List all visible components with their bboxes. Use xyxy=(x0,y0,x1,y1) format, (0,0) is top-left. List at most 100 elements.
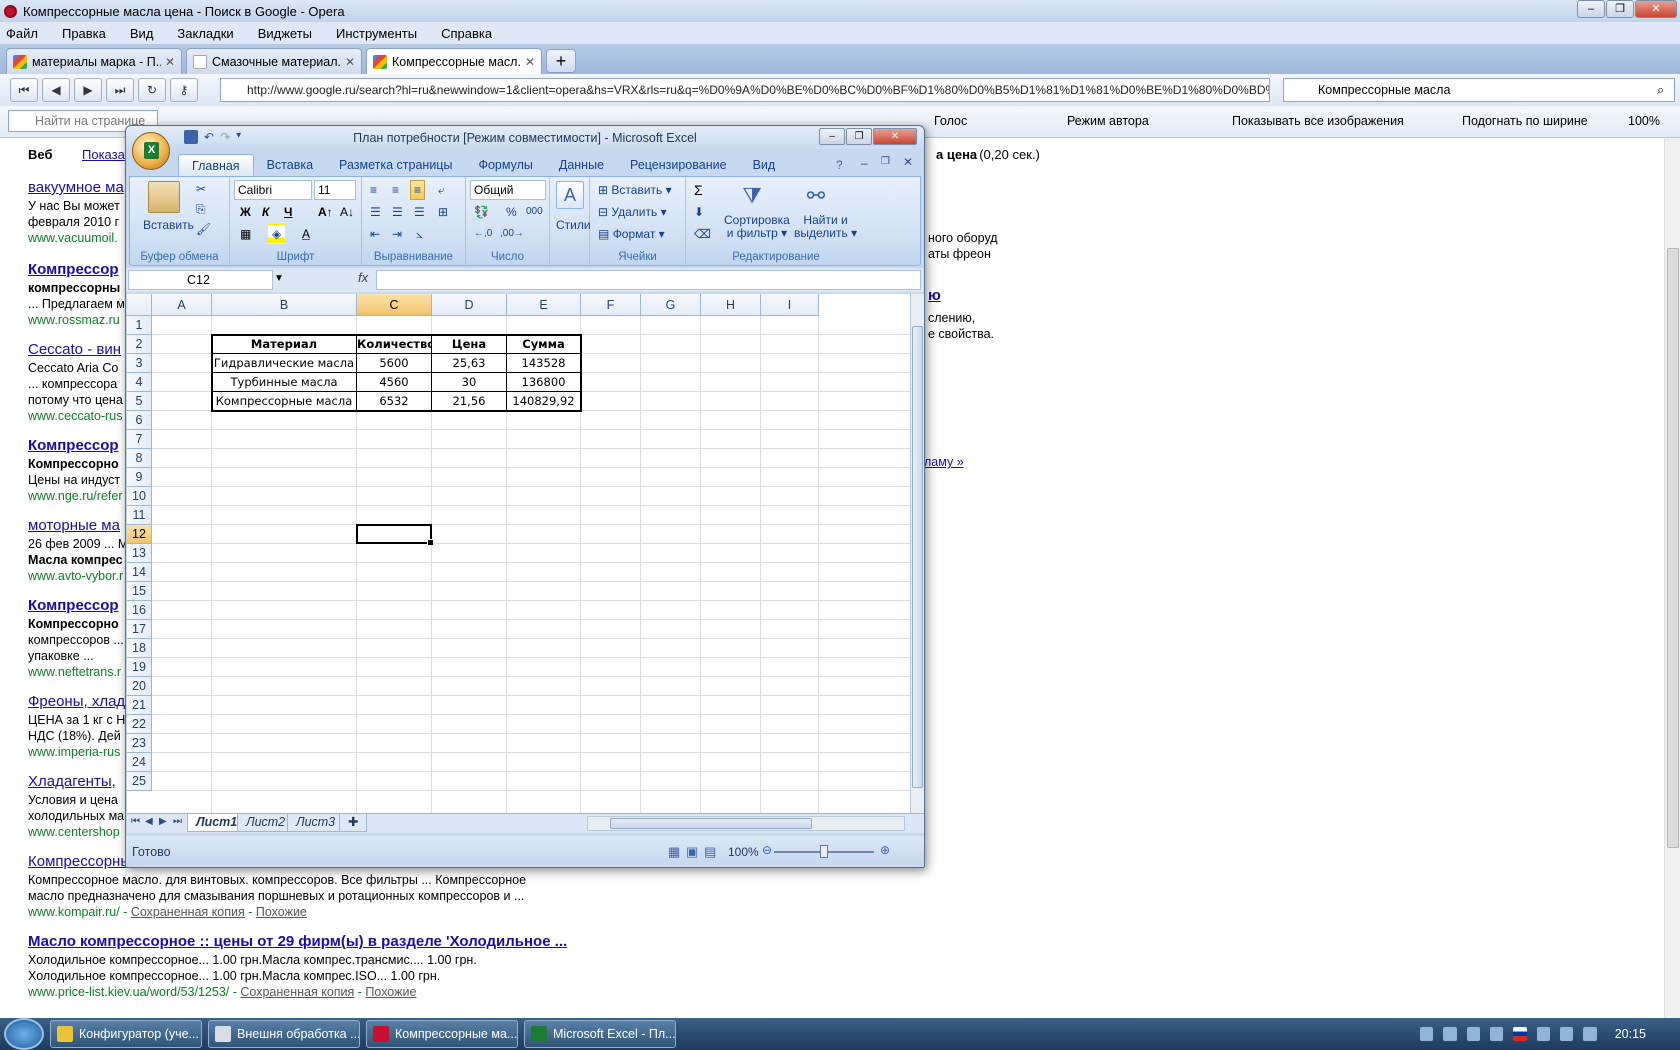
office-button[interactable]: X xyxy=(132,132,170,170)
restore-button[interactable]: ❐ xyxy=(1606,0,1634,18)
taskbar-item-processing[interactable]: Внешня обработка ... xyxy=(208,1020,360,1048)
reload-button[interactable]: ↻ xyxy=(138,78,166,102)
row-header[interactable]: 2 xyxy=(127,335,152,354)
taskbar-item-opera[interactable]: Компрессорные ма... xyxy=(366,1020,518,1048)
zoom-slider-thumb[interactable] xyxy=(820,845,828,858)
row-header[interactable]: 4 xyxy=(127,373,152,392)
close-button[interactable]: ✕ xyxy=(1635,0,1677,18)
column-header[interactable]: H xyxy=(701,294,761,316)
column-header[interactable]: G xyxy=(641,294,701,316)
row-header[interactable]: 13 xyxy=(127,544,152,563)
paste-icon[interactable] xyxy=(148,181,180,213)
decrease-indent-icon[interactable]: ⇤ xyxy=(366,224,384,244)
network-icon[interactable] xyxy=(1419,1027,1434,1041)
vertical-scroll-thumb[interactable] xyxy=(912,326,923,788)
tools-icon[interactable] xyxy=(1466,1027,1480,1041)
row-header[interactable]: 14 xyxy=(127,563,152,582)
voice-button[interactable]: Голос xyxy=(934,114,967,128)
row-header[interactable]: 16 xyxy=(127,601,152,620)
decrease-decimal-icon[interactable]: ,00→ xyxy=(496,224,528,244)
first-sheet-icon[interactable]: ⏮ xyxy=(131,816,140,827)
zoom-out-icon[interactable]: ⊖ xyxy=(762,843,772,857)
back-button[interactable]: ◀ xyxy=(42,78,70,102)
name-box-dropdown-icon[interactable]: ▼ xyxy=(274,273,284,284)
wrap-text-icon[interactable]: ⤶ xyxy=(434,180,449,200)
tab-home[interactable]: Главная xyxy=(178,154,254,176)
language-flag-icon[interactable] xyxy=(1513,1027,1527,1041)
ribbon-close-icon[interactable]: ✕ xyxy=(903,155,913,169)
name-box[interactable]: C12 xyxy=(128,270,273,290)
row-header[interactable]: 1 xyxy=(127,316,152,335)
wand-key-button[interactable]: ⚷ xyxy=(170,78,198,102)
normal-view-icon[interactable]: ▦ xyxy=(668,844,680,860)
tab-materials[interactable]: материалы марка - П... ✕ xyxy=(6,48,182,74)
align-center-icon[interactable]: ☰ xyxy=(388,202,407,222)
result-title[interactable]: Масло компрессорное :: цены от 29 фирм(ы… xyxy=(28,932,668,952)
tab-insert[interactable]: Вставка xyxy=(254,154,326,176)
find-select-button[interactable]: Найти и выделить ▾ xyxy=(790,213,861,241)
horizontal-scroll-thumb[interactable] xyxy=(610,818,812,829)
table-cell[interactable]: Гидравлические масла xyxy=(212,354,356,373)
page-scrollbar[interactable] xyxy=(1664,138,1680,1018)
menu-edit[interactable]: Правка xyxy=(62,26,106,41)
sheet-tab-2[interactable]: Лист2 xyxy=(237,814,295,832)
currency-format-icon[interactable]: 💱 xyxy=(470,202,493,222)
copy-icon[interactable]: ⎘ xyxy=(192,199,210,219)
taskbar-item-excel[interactable]: Microsoft Excel - Пл... xyxy=(524,1020,676,1048)
search-icon[interactable]: ⌕ xyxy=(1657,82,1664,98)
security-icon[interactable] xyxy=(1443,1027,1457,1041)
row-header[interactable]: 11 xyxy=(127,506,152,525)
table-cell[interactable]: Сумма xyxy=(507,335,580,354)
fit-width-button[interactable]: Подогнать по ширине xyxy=(1462,114,1588,128)
autosum-button[interactable]: Σ xyxy=(690,180,707,200)
align-middle-icon[interactable]: ≡ xyxy=(388,180,403,200)
similar-link[interactable]: Похожие xyxy=(365,985,416,999)
author-mode-button[interactable]: Режим автора xyxy=(1067,114,1149,128)
styles-button[interactable]: Стили xyxy=(552,215,595,235)
paste-button[interactable]: Вставить xyxy=(139,215,198,235)
italic-button[interactable]: К xyxy=(258,202,273,222)
row-header[interactable]: 19 xyxy=(127,658,152,677)
tab-view[interactable]: Вид xyxy=(740,154,789,176)
table-cell[interactable]: 136800 xyxy=(507,373,580,392)
address-field[interactable]: http://www.google.ru/search?hl=ru&newwin… xyxy=(220,78,1270,102)
worksheet-grid[interactable]: A B C D E F G H I 1 2 3 4 5 6 7 8 9 10 11 12 13 14 15 16 17 18 19 20… xyxy=(127,294,910,813)
fill-color-icon[interactable]: ◈ xyxy=(268,224,286,244)
volume-icon[interactable] xyxy=(1583,1027,1597,1041)
sort-filter-icon[interactable]: ⧩ xyxy=(738,181,766,209)
tab-lubricants[interactable]: Смазочные материал... ✕ xyxy=(186,48,362,74)
ribbon-minimize-icon[interactable]: – xyxy=(861,156,868,170)
row-header[interactable]: 18 xyxy=(127,639,152,658)
table-cell[interactable]: 21,56 xyxy=(432,392,506,411)
table-cell[interactable]: 5600 xyxy=(357,354,431,373)
row-header[interactable]: 17 xyxy=(127,620,152,639)
show-options-link[interactable]: Показа xyxy=(82,147,125,162)
cached-link[interactable]: Сохраненная копия xyxy=(240,985,354,999)
row-header[interactable]: 15 xyxy=(127,582,152,601)
number-format-select[interactable]: Общий xyxy=(470,180,546,200)
tab-compressor-oils[interactable]: Компрессорные масл... ✕ xyxy=(366,48,542,74)
column-header[interactable]: A xyxy=(152,294,212,316)
column-header[interactable]: F xyxy=(581,294,641,316)
search-field[interactable]: Компрессорные масла xyxy=(1283,78,1675,102)
table-cell[interactable]: Материал xyxy=(212,335,356,354)
active-cell[interactable] xyxy=(356,524,434,546)
binoculars-icon[interactable]: ⚯ xyxy=(802,181,830,209)
function-icon[interactable]: fx xyxy=(358,270,374,285)
menu-bookmarks[interactable]: Закладки xyxy=(177,26,233,41)
prev-sheet-icon[interactable]: ◀ xyxy=(145,816,153,827)
tab-review[interactable]: Рецензирование xyxy=(617,154,740,176)
tab-data[interactable]: Данные xyxy=(546,154,617,176)
tab-close-icon[interactable]: ✕ xyxy=(165,55,175,69)
align-top-icon[interactable]: ≡ xyxy=(366,180,381,200)
rewind-button[interactable]: ⏮ xyxy=(10,78,38,102)
row-header[interactable]: 3 xyxy=(127,354,152,373)
minimize-button[interactable]: – xyxy=(819,128,845,145)
menu-help[interactable]: Справка xyxy=(441,26,492,41)
table-cell[interactable]: 30 xyxy=(432,373,506,392)
align-left-icon[interactable]: ☰ xyxy=(366,202,385,222)
table-cell[interactable]: 4560 xyxy=(357,373,431,392)
clear-icon[interactable]: ⌫ xyxy=(690,224,715,244)
page-break-view-icon[interactable]: ▤ xyxy=(704,844,716,860)
tab-page-layout[interactable]: Разметка страницы xyxy=(326,154,465,176)
